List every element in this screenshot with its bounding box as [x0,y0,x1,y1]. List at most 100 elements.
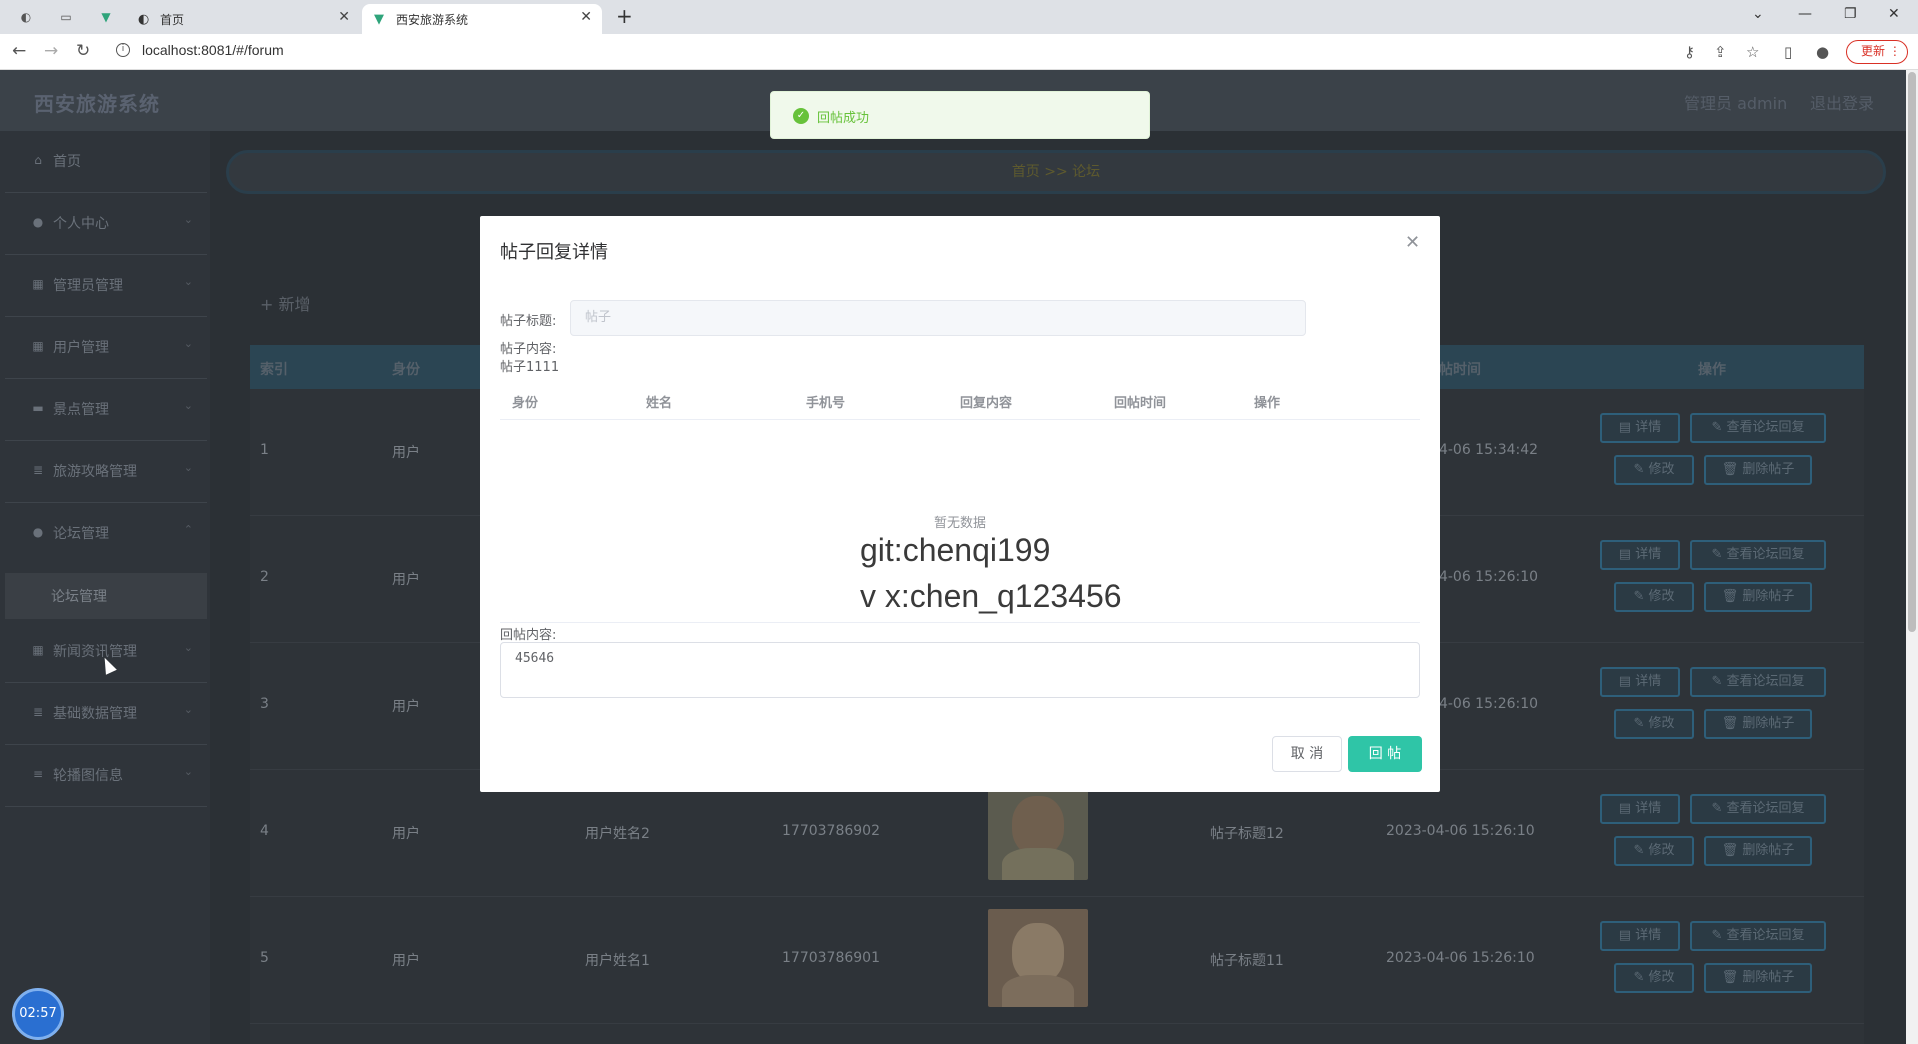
button-label: 查看论坛回复 [1726,547,1805,562]
edit-button[interactable]: ✎ 修改 [1614,709,1694,739]
chevron-down-icon: ⌄ [183,641,193,654]
column-reply-content: 回复内容 [960,396,1013,411]
back-icon[interactable]: ← [12,41,26,61]
close-icon[interactable]: ✕ [1405,232,1420,253]
user-icon: ● [32,525,44,539]
grid-icon: ▦ [32,643,44,657]
timer-badge[interactable]: 02:57 [12,988,64,1040]
delete-post-button[interactable]: 🗑 删除帖子 [1704,963,1812,993]
view-replies-button[interactable]: ✎ 查看论坛回复 [1690,540,1826,570]
view-replies-button[interactable]: ✎ 查看论坛回复 [1690,413,1826,443]
view-replies-button[interactable]: ✎ 查看论坛回复 [1690,667,1826,697]
star-icon[interactable]: ☆ [1746,43,1759,61]
button-label: 详情 [1635,674,1662,689]
restore-icon[interactable]: ❐ [1844,6,1857,22]
chevron-down-icon: ⌄ [183,399,193,412]
browser-tab-home[interactable]: ◐ 首页 ✕ [126,4,360,34]
key-icon[interactable]: ⚷ [1684,43,1695,61]
button-label: 删除帖子 [1742,462,1795,477]
sidebar-item-carousel[interactable]: ≡ 轮播图信息 ⌄ [5,745,207,807]
edit-button[interactable]: ✎ 修改 [1614,582,1694,612]
dialog-title: 帖子回复详情 [500,242,608,263]
sidebar-item-scenic[interactable]: ▬ 景点管理 ⌄ [5,379,207,441]
forward-icon[interactable]: → [44,41,58,61]
detail-button[interactable]: ▤ 详情 [1600,921,1680,951]
tab-title: 首页 [160,13,185,27]
profile-icon[interactable]: ● [1816,43,1829,61]
header-identity: 身份 [392,362,420,378]
browser-tab-active[interactable]: ▼ 西安旅游系统 ✕ [362,4,602,34]
sidebar: ⌂ 首页 ● 个人中心 ⌄ ▦ 管理员管理 ⌄ ▦ 用户管理 ⌄ ▬ 景点管理 … [0,131,210,1044]
share-icon[interactable]: ⇪ [1714,43,1727,61]
tab-search-icon[interactable]: ⌄ [1752,6,1764,22]
logout-link[interactable]: 退出登录 [1810,90,1874,114]
url-field[interactable]: localhost:8081/#/forum [142,42,284,58]
info-icon[interactable]: i [116,43,130,57]
edit-button[interactable]: ✎ 修改 [1614,455,1694,485]
delete-post-button[interactable]: 🗑 删除帖子 [1704,836,1812,866]
sidepanel-icon[interactable]: ▯ [1784,43,1792,61]
post-content-label: 帖子内容: [500,342,557,357]
view-replies-button[interactable]: ✎ 查看论坛回复 [1690,921,1826,951]
pinned-tab-icon[interactable]: ◐ [18,9,34,25]
post-content-value: 帖子1111 [500,360,560,375]
column-identity: 身份 [512,396,539,411]
user-icon: ● [32,215,44,229]
reply-detail-dialog: 帖子回复详情 ✕ 帖子标题: 帖子 帖子内容: 帖子1111 身份 姓名 手机号… [480,216,1440,792]
scrollbar-thumb[interactable] [1908,72,1916,632]
sidebar-item-guides[interactable]: ≣ 旅游攻略管理 ⌄ [5,441,207,503]
cell-name: 用户姓名2 [585,826,650,842]
pinned-tab-blank-icon[interactable]: ▭ [58,9,74,25]
column-actions: 操作 [1254,396,1281,411]
detail-button[interactable]: ▤ 详情 [1600,794,1680,824]
detail-button[interactable]: ▤ 详情 [1600,413,1680,443]
detail-button[interactable]: ▤ 详情 [1600,540,1680,570]
update-button[interactable]: 更新 ⋮ [1846,40,1908,64]
sidebar-item-forum[interactable]: ● 论坛管理 ⌃ [5,503,207,565]
reload-icon[interactable]: ↻ [76,41,90,61]
home-icon: ⌂ [34,153,42,167]
button-label: 删除帖子 [1742,589,1795,604]
view-replies-button[interactable]: ✎ 查看论坛回复 [1690,794,1826,824]
delete-post-button[interactable]: 🗑 删除帖子 [1704,455,1812,485]
edit-button[interactable]: ✎ 修改 [1614,836,1694,866]
close-icon[interactable]: ✕ [338,9,350,25]
chevron-down-icon: ⌄ [183,461,193,474]
window-close-icon[interactable]: ✕ [1888,6,1900,22]
detail-button[interactable]: ▤ 详情 [1600,667,1680,697]
minimize-icon[interactable]: — [1798,6,1812,22]
chevron-down-icon: ⌄ [183,275,193,288]
watermark-line-1: git:chenqi199 [860,532,1051,568]
sidebar-item-home[interactable]: ⌂ 首页 [5,131,207,193]
cell-index: 4 [260,823,269,839]
column-name: 姓名 [646,396,673,411]
submenu-forum-manage[interactable]: 论坛管理 [5,573,207,619]
column-reply-time: 回帖时间 [1114,396,1167,411]
delete-post-button[interactable]: 🗑 删除帖子 [1704,709,1812,739]
close-icon[interactable]: ✕ [580,9,592,25]
avatar [988,909,1088,1007]
cell-title: 帖子标题11 [1210,953,1284,969]
cell-identity: 用户 [392,445,420,461]
post-title-input[interactable]: 帖子 [570,300,1306,336]
sidebar-item-admins[interactable]: ▦ 管理员管理 ⌄ [5,255,207,317]
delete-post-button[interactable]: 🗑 删除帖子 [1704,582,1812,612]
reply-content-textarea[interactable]: 45646 [500,642,1420,698]
avatar-body [1002,848,1074,880]
edit-button[interactable]: ✎ 修改 [1614,963,1694,993]
vue-tab-icon[interactable]: ▼ [98,9,114,25]
cancel-button[interactable]: 取 消 [1272,736,1342,772]
sidebar-item-profile[interactable]: ● 个人中心 ⌄ [5,193,207,255]
new-tab-icon[interactable]: + [616,4,633,28]
watermark-line-2: v x:chen_q123456 [860,578,1122,614]
post-title-label: 帖子标题: [500,314,557,329]
button-label: 查看论坛回复 [1726,674,1805,689]
submenu-label: 论坛管理 [51,589,107,605]
add-button[interactable]: + 新增 [260,291,311,315]
header-actions: 操作 [1698,362,1726,378]
divider [500,622,1420,623]
button-label: 删除帖子 [1742,843,1795,858]
sidebar-item-users[interactable]: ▦ 用户管理 ⌄ [5,317,207,379]
submit-reply-button[interactable]: 回 帖 [1348,736,1422,772]
sidebar-item-basedata[interactable]: ≣ 基础数据管理 ⌄ [5,683,207,745]
